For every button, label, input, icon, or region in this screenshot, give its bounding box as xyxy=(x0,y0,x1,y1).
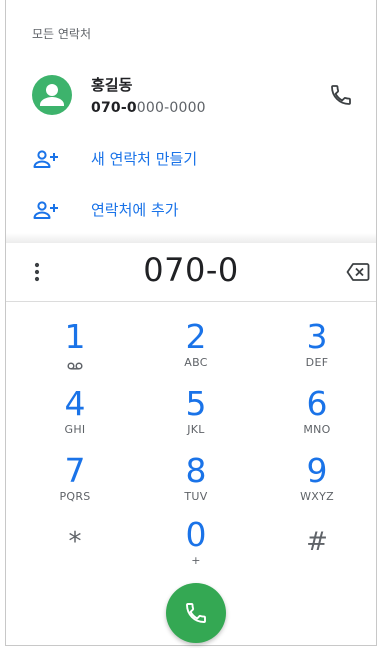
key-2[interactable]: 2 ABC xyxy=(156,318,236,380)
key-letters: + xyxy=(191,554,201,567)
key-7[interactable]: 7 PQRS xyxy=(35,452,115,514)
key-3[interactable]: 3 DEF xyxy=(277,318,357,380)
create-new-contact-label: 새 연락처 만들기 xyxy=(91,150,198,168)
key-digit: 4 xyxy=(64,384,86,423)
key-9[interactable]: 9 WXYZ xyxy=(277,452,357,514)
call-button[interactable] xyxy=(166,583,226,643)
key-digit: * xyxy=(68,527,82,557)
key-0[interactable]: 0 + xyxy=(156,516,236,578)
key-digit: 6 xyxy=(306,384,328,423)
key-digit: # xyxy=(306,527,328,557)
divider-shadow xyxy=(6,233,376,243)
call-contact-button[interactable] xyxy=(329,83,353,107)
person-icon xyxy=(40,84,64,106)
key-letters: ABC xyxy=(184,356,208,369)
backspace-icon[interactable] xyxy=(346,262,370,282)
contact-suggestion-row[interactable]: 홍길동 070-0000-0000 xyxy=(20,67,365,125)
phone-icon xyxy=(331,85,351,105)
key-letters: MNO xyxy=(303,423,331,436)
key-digit: 2 xyxy=(185,317,207,356)
key-8[interactable]: 8 TUV xyxy=(156,452,236,514)
key-5[interactable]: 5 JKL xyxy=(156,385,236,447)
contact-number: 070-0000-0000 xyxy=(91,100,206,116)
key-1[interactable]: 1 xyxy=(35,318,115,380)
key-digit: 3 xyxy=(306,317,328,356)
key-digit: 1 xyxy=(64,317,86,356)
key-4[interactable]: 4 GHI xyxy=(35,385,115,447)
key-letters: TUV xyxy=(184,490,208,503)
add-person-icon xyxy=(33,150,58,168)
key-digit: 8 xyxy=(185,451,207,490)
dialed-number-bar: 070-0 xyxy=(6,243,376,302)
section-label-all-contacts: 모든 연락처 xyxy=(32,27,92,41)
dialed-number[interactable]: 070-0 xyxy=(6,251,376,289)
voicemail-icon xyxy=(67,362,83,370)
add-to-contact-label: 연락처에 추가 xyxy=(91,201,179,219)
add-person-icon xyxy=(33,201,58,219)
key-digit: 5 xyxy=(185,384,207,423)
contact-number-rest: 000-0000 xyxy=(136,100,206,116)
create-new-contact-button[interactable]: 새 연락처 만들기 xyxy=(32,144,352,174)
key-letters: DEF xyxy=(305,356,329,369)
avatar xyxy=(32,75,72,115)
phone-icon xyxy=(186,603,206,623)
contact-name: 홍길동 xyxy=(91,76,133,94)
key-6[interactable]: 6 MNO xyxy=(277,385,357,447)
key-letters: WXYZ xyxy=(300,490,334,503)
key-letters: PQRS xyxy=(59,490,91,503)
key-digit: 7 xyxy=(64,451,86,490)
contact-number-match: 070-0 xyxy=(91,100,137,116)
key-digit: 9 xyxy=(306,451,328,490)
key-letters: GHI xyxy=(64,423,86,436)
key-letters: JKL xyxy=(187,423,205,436)
key-digit: 0 xyxy=(185,515,207,554)
add-to-contact-button[interactable]: 연락처에 추가 xyxy=(32,195,352,225)
key-hash[interactable]: # xyxy=(277,516,357,578)
key-star[interactable]: * xyxy=(35,516,115,578)
